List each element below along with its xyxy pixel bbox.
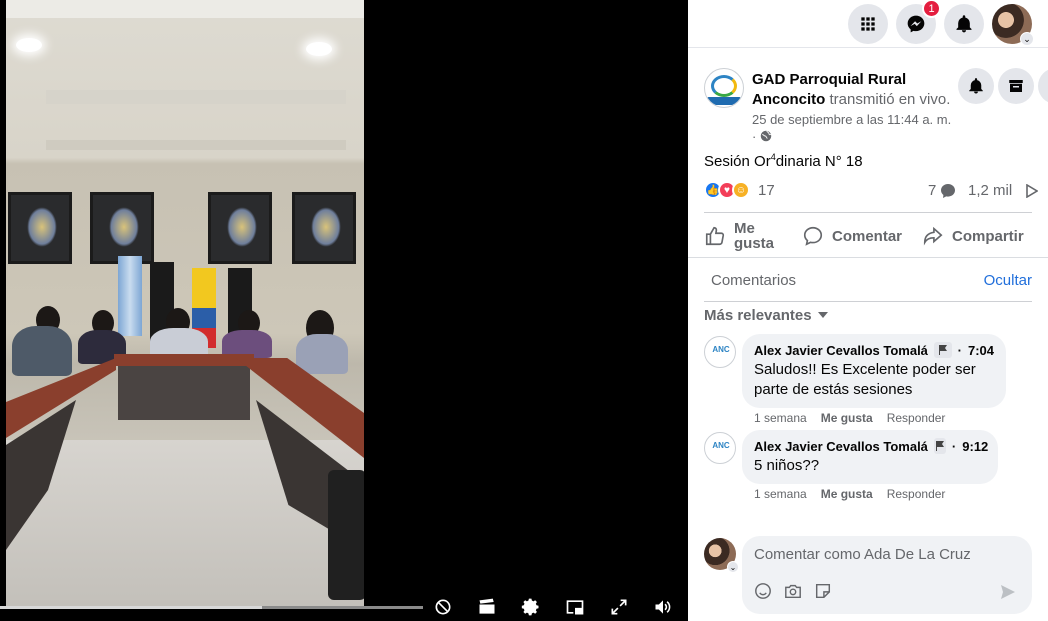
- reaction-icons[interactable]: 👍 ♥ ☺: [704, 181, 750, 199]
- comment-bubble: Alex Javier Cevallos Tomalá · 9:12 5 niñ…: [742, 430, 998, 484]
- reactions-summary: 👍 ♥ ☺ 17 7 1,2 mil: [704, 180, 1040, 202]
- wall-crest: [90, 192, 154, 264]
- comment-bubble-icon: [941, 184, 955, 198]
- post-action-text: transmitió en vivo.: [829, 91, 951, 108]
- comment-bubble: Alex Javier Cevallos Tomalá · 7:04 Salud…: [742, 334, 1006, 408]
- post-header: GAD Parroquial Rural Anconcito transmiti…: [688, 60, 1048, 150]
- flag: [118, 256, 142, 336]
- divider: [704, 301, 1032, 302]
- divider: [704, 212, 1032, 213]
- care-reaction-icon: ☺: [732, 181, 750, 199]
- comment-age[interactable]: 1 semana: [754, 411, 807, 425]
- meta-separator: ·: [752, 129, 757, 144]
- like-button[interactable]: Me gusta: [704, 214, 778, 258]
- reaction-count[interactable]: 17: [758, 182, 775, 199]
- flag-icon[interactable]: [933, 342, 952, 358]
- commenter-avatar[interactable]: ANC: [704, 336, 736, 368]
- comment-author[interactable]: Alex Javier Cevallos Tomalá: [754, 439, 928, 454]
- video-controls: [428, 595, 678, 619]
- comment-text: Saludos!! Es Excelente poder ser parte d…: [754, 361, 976, 398]
- post-text: Sesión Or4dinaria N° 18: [704, 152, 863, 170]
- comment-composer: ⌄: [688, 534, 1048, 621]
- meta-separator: ·: [951, 438, 957, 454]
- grid-menu-icon[interactable]: [848, 4, 888, 44]
- video-progress-fill: [0, 606, 263, 609]
- comment-item: ANC Alex Javier Cevallos Tomalá · 7:04 S…: [704, 334, 1034, 430]
- fullscreen-icon[interactable]: [604, 595, 634, 619]
- wall-crest: [8, 192, 72, 264]
- archive-icon: [1009, 80, 1023, 92]
- meta-separator: ·: [957, 342, 962, 358]
- messenger-badge: 1: [922, 0, 941, 18]
- comments-header: Comentarios Ocultar: [688, 258, 1048, 302]
- comment-item: ANC Alex Javier Cevallos Tomalá · 9:12 5…: [704, 430, 1034, 510]
- comment-text: 5 niños??: [754, 457, 820, 474]
- settings-icon[interactable]: [516, 595, 546, 619]
- post-timestamp[interactable]: 25 de septiembre a las 11:44 a. m.: [752, 112, 951, 127]
- comment-count[interactable]: 7: [928, 182, 936, 199]
- account-avatar[interactable]: ⌄: [992, 4, 1034, 46]
- comment-author[interactable]: Alex Javier Cevallos Tomalá: [754, 343, 928, 358]
- video-progress-bar[interactable]: [0, 606, 423, 609]
- globe-icon: [760, 130, 772, 142]
- more-options-button[interactable]: [1038, 68, 1048, 104]
- post-meta: 25 de septiembre a las 11:44 a. m. ·: [752, 111, 962, 145]
- comment-input[interactable]: [754, 546, 1014, 563]
- comment-like-button[interactable]: Me gusta: [821, 411, 873, 425]
- comment-reply-button[interactable]: Responder: [887, 487, 946, 501]
- play-icon: [1026, 184, 1038, 198]
- clapper-icon[interactable]: [472, 595, 502, 619]
- volume-icon[interactable]: [648, 595, 678, 619]
- composer-avatar[interactable]: ⌄: [704, 538, 739, 573]
- save-post-button[interactable]: [998, 68, 1034, 104]
- share-icon: [923, 226, 943, 246]
- emoji-icon[interactable]: [754, 582, 774, 602]
- camera-icon[interactable]: [784, 582, 804, 602]
- sort-comments-dropdown[interactable]: Más relevantes: [704, 307, 828, 324]
- comment-video-time[interactable]: 7:04: [968, 343, 994, 358]
- chevron-down-icon: ⌄: [727, 561, 739, 573]
- comments-title: Comentarios: [711, 272, 797, 289]
- bell-icon[interactable]: [944, 4, 984, 44]
- comment-box[interactable]: [742, 536, 1032, 614]
- sticker-icon[interactable]: [814, 582, 834, 602]
- comment-button[interactable]: Comentar: [802, 214, 902, 258]
- views-count[interactable]: 1,2 mil: [968, 182, 1012, 199]
- bell-icon: [969, 78, 983, 94]
- comment-like-button[interactable]: Me gusta: [821, 487, 873, 501]
- chevron-down-icon: ⌄: [1020, 32, 1034, 46]
- wall-crest: [208, 192, 272, 264]
- post-actions: Me gusta Comentar Compartir: [704, 214, 1032, 258]
- messenger-icon[interactable]: 1: [896, 0, 941, 44]
- picture-in-picture-icon[interactable]: [560, 595, 590, 619]
- comment-video-time[interactable]: 9:12: [962, 439, 988, 454]
- comment-reply-button[interactable]: Responder: [887, 411, 946, 425]
- share-button[interactable]: Compartir: [922, 214, 1024, 258]
- post-panel: 1 ⌄ GAD Parroquial Rural Anconcito trans…: [688, 0, 1048, 621]
- caret-down-icon: [817, 312, 828, 318]
- captions-off-icon[interactable]: [428, 595, 458, 619]
- video-frame[interactable]: [6, 0, 364, 606]
- hide-comments-link[interactable]: Ocultar: [984, 272, 1032, 289]
- follow-notifications-button[interactable]: [958, 68, 994, 104]
- thumbs-up-icon: [705, 226, 725, 246]
- ceiling-light: [306, 42, 332, 56]
- flag-icon[interactable]: [933, 438, 946, 454]
- page-avatar[interactable]: [704, 68, 744, 108]
- video-player[interactable]: [0, 0, 688, 621]
- wall-crest: [292, 192, 356, 264]
- commenter-avatar[interactable]: ANC: [704, 432, 736, 464]
- comment-age[interactable]: 1 semana: [754, 487, 807, 501]
- ceiling-light: [16, 38, 42, 52]
- send-icon[interactable]: [1000, 584, 1018, 602]
- top-navigation: 1 ⌄: [688, 0, 1048, 48]
- comment-icon: [803, 226, 823, 246]
